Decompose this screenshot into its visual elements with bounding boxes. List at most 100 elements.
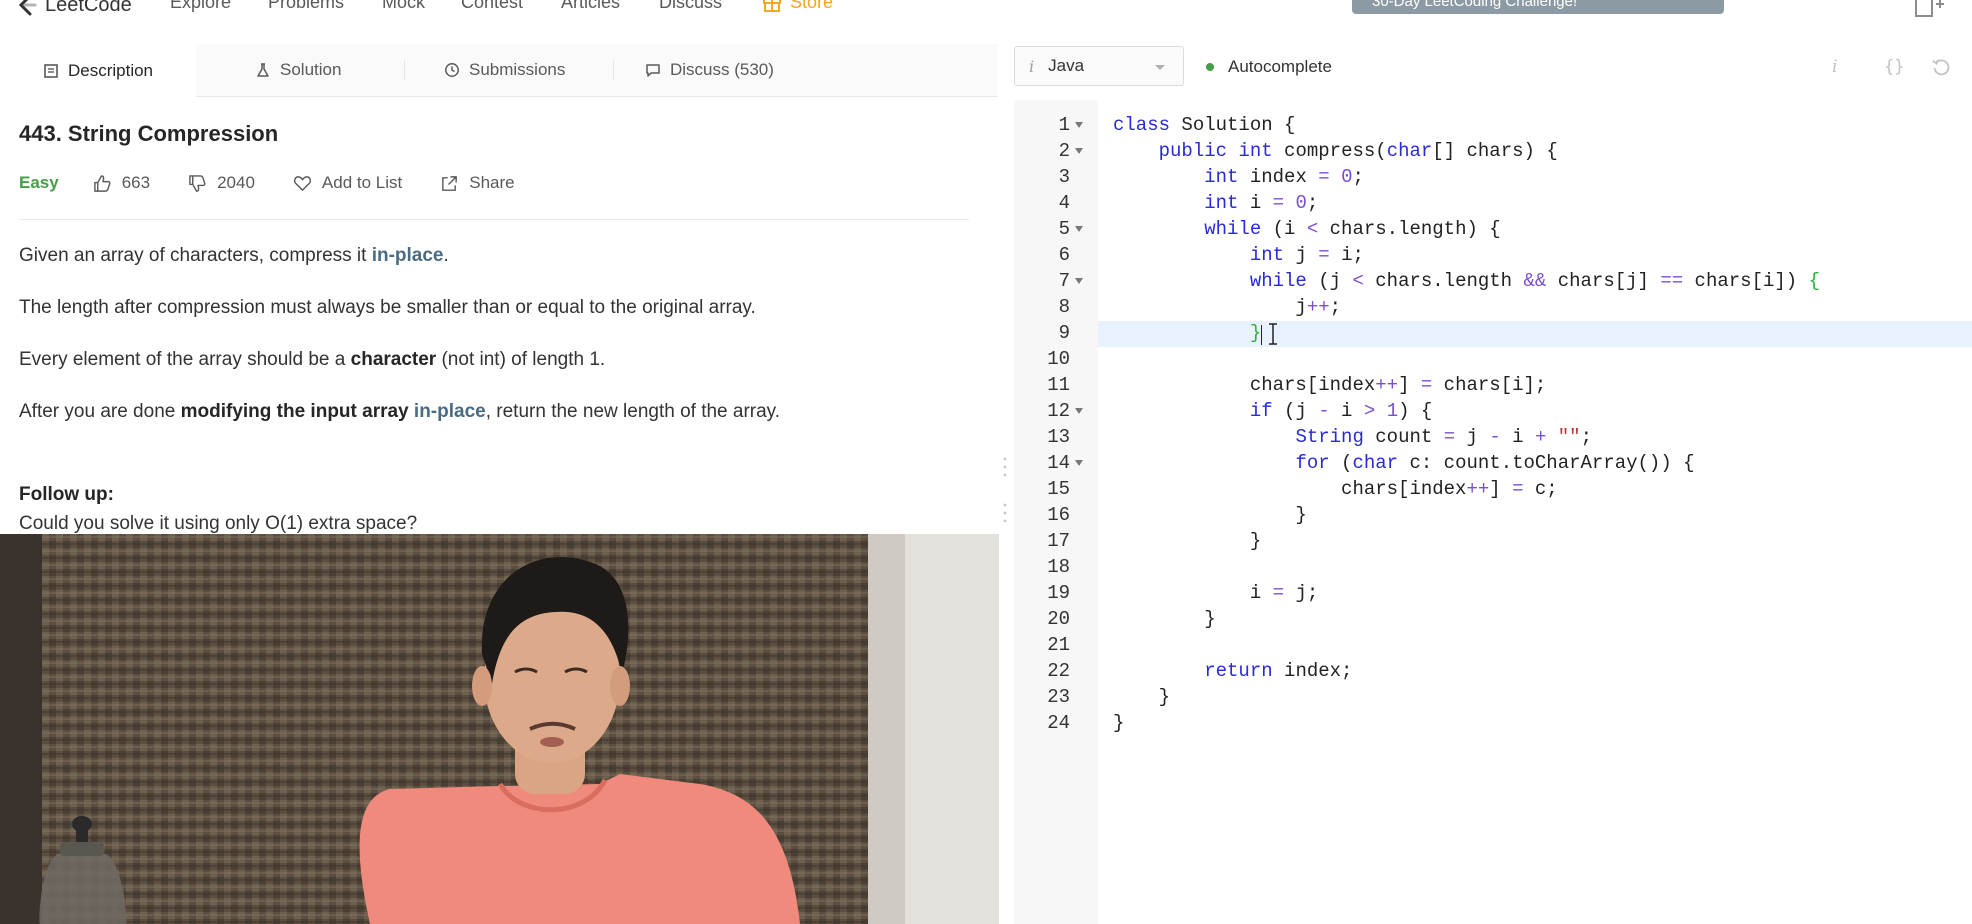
gift-icon — [763, 0, 781, 12]
in-place-link[interactable]: in-place — [414, 401, 486, 422]
clock-icon — [445, 63, 459, 77]
problem-tabs: Description Solution Submissions Discuss… — [0, 44, 998, 97]
line-number: 16 — [1047, 504, 1070, 526]
new-playground-icon[interactable] — [1914, 0, 1944, 18]
challenge-banner[interactable]: 30-Day LeetCoding Challenge! — [1352, 0, 1724, 14]
tab-description[interactable]: Description — [0, 44, 196, 97]
flask-icon — [257, 63, 269, 77]
tab-solution-label: Solution — [280, 60, 342, 79]
tab-solution[interactable]: Solution — [255, 44, 341, 96]
logo-text: LeetCode — [45, 0, 132, 16]
comment-icon — [646, 64, 660, 77]
fold-arrow-icon[interactable] — [1075, 226, 1083, 232]
description-text: After you are done — [19, 401, 181, 422]
language-select[interactable]: i Java — [1014, 46, 1184, 86]
followup-heading: Follow up: — [19, 484, 114, 505]
fold-arrow-icon[interactable] — [1075, 408, 1083, 414]
line-number: 15 — [1047, 478, 1070, 500]
nav-mock[interactable]: Mock — [382, 0, 425, 13]
autocomplete-toggle[interactable]: Autocomplete — [1206, 57, 1332, 77]
status-dot-icon — [1206, 63, 1214, 71]
braces-icon[interactable]: {} — [1884, 57, 1904, 77]
nav-articles[interactable]: Articles — [561, 0, 620, 13]
code-line: if (j - i > 1) { — [1249, 400, 1433, 422]
code-line: class Solution { — [1113, 114, 1296, 136]
code-line: int i = 0; — [1204, 192, 1319, 214]
tab-submissions-label: Submissions — [469, 60, 566, 79]
ibeam-cursor-icon — [1269, 323, 1277, 345]
in-place-link[interactable]: in-place — [372, 245, 444, 266]
line-number: 21 — [1047, 634, 1070, 656]
problem-meta: Easy 663 2040 Add to List Share — [19, 171, 553, 195]
leetcode-logo-icon — [18, 0, 37, 16]
line-number: 17 — [1047, 530, 1070, 552]
line-number: 1 — [1058, 114, 1070, 136]
fold-arrow-icon[interactable] — [1075, 122, 1083, 128]
fold-arrow-icon[interactable] — [1075, 278, 1083, 284]
logo[interactable]: LeetCode — [16, 0, 132, 20]
reset-icon[interactable] — [1932, 58, 1950, 76]
line-number: 12 — [1047, 400, 1070, 422]
line-number: 4 — [1058, 192, 1070, 214]
nav-contest[interactable]: Contest — [461, 0, 523, 13]
line-number: 13 — [1047, 426, 1070, 448]
document-icon — [44, 63, 58, 78]
code-line: } — [1113, 686, 1171, 708]
share-button[interactable]: Share — [440, 173, 515, 193]
nav-explore[interactable]: Explore — [170, 0, 231, 13]
fold-arrow-icon[interactable] — [1075, 460, 1083, 466]
nav-store[interactable]: Store — [762, 0, 833, 13]
code-line: i = j; — [1113, 582, 1319, 604]
description-paragraph-1: Given an array of characters, compress i… — [19, 245, 449, 267]
line-number: 18 — [1047, 556, 1070, 578]
line-number: 8 — [1058, 296, 1070, 318]
tab-divider — [613, 60, 614, 80]
top-navbar: LeetCode Explore Problems Mock Contest A… — [0, 0, 1972, 20]
tab-submissions[interactable]: Submissions — [444, 44, 565, 96]
heart-icon — [293, 175, 311, 191]
line-number: 3 — [1058, 166, 1070, 188]
code-line: } — [1113, 608, 1216, 630]
line-number: 14 — [1047, 452, 1070, 474]
code-line: String count = j - i + ""; — [1295, 426, 1592, 448]
webcam-video — [0, 534, 999, 924]
line-number: 6 — [1058, 244, 1070, 266]
code-line: public int compress(char[] chars) { — [1158, 140, 1558, 162]
nav-problems[interactable]: Problems — [268, 0, 344, 13]
like-button[interactable]: 663 — [93, 173, 150, 193]
pane-resize-handle[interactable] — [1003, 455, 1007, 525]
code-line: int index = 0; — [1204, 166, 1364, 188]
add-to-list-button[interactable]: Add to List — [293, 173, 402, 193]
info-icon: i — [1029, 56, 1035, 76]
line-number: 5 — [1058, 218, 1070, 240]
like-count: 663 — [121, 173, 151, 192]
line-number: 19 — [1047, 582, 1070, 604]
thumbs-down-icon — [189, 174, 206, 192]
code-line: } — [1249, 322, 1262, 344]
add-to-list-label: Add to List — [321, 173, 403, 192]
tab-discuss[interactable]: Discuss (530) — [645, 44, 774, 96]
fold-arrow-icon[interactable] — [1075, 148, 1083, 154]
info-icon[interactable]: i — [1832, 57, 1837, 77]
dislike-count: 2040 — [217, 173, 255, 192]
description-paragraph-4: After you are done modifying the input a… — [19, 401, 780, 423]
followup-text: Could you solve it using only O(1) extra… — [19, 513, 418, 534]
nav-discuss[interactable]: Discuss — [659, 0, 722, 13]
store-label: Store — [790, 0, 834, 12]
code-line: j++; — [1113, 296, 1342, 318]
dislike-button[interactable]: 2040 — [188, 173, 255, 193]
description-paragraph-3: Every element of the array should be a c… — [19, 349, 605, 371]
line-number: 20 — [1047, 608, 1070, 630]
line-number: 7 — [1058, 270, 1070, 292]
language-value: Java — [1048, 56, 1085, 75]
line-number: 23 — [1047, 686, 1070, 708]
line-number: 2 — [1058, 140, 1070, 162]
problem-title: 443. String Compression — [19, 121, 279, 146]
thumbs-up-icon — [93, 174, 111, 192]
line-number: 24 — [1047, 712, 1070, 734]
code-line: while (j < chars.length && chars[j] == c… — [1249, 270, 1820, 292]
tab-discuss-label: Discuss (530) — [670, 60, 774, 79]
line-number: 22 — [1047, 660, 1070, 682]
description-text: Given an array of characters, compress i… — [19, 245, 372, 266]
header-divider — [19, 219, 969, 220]
